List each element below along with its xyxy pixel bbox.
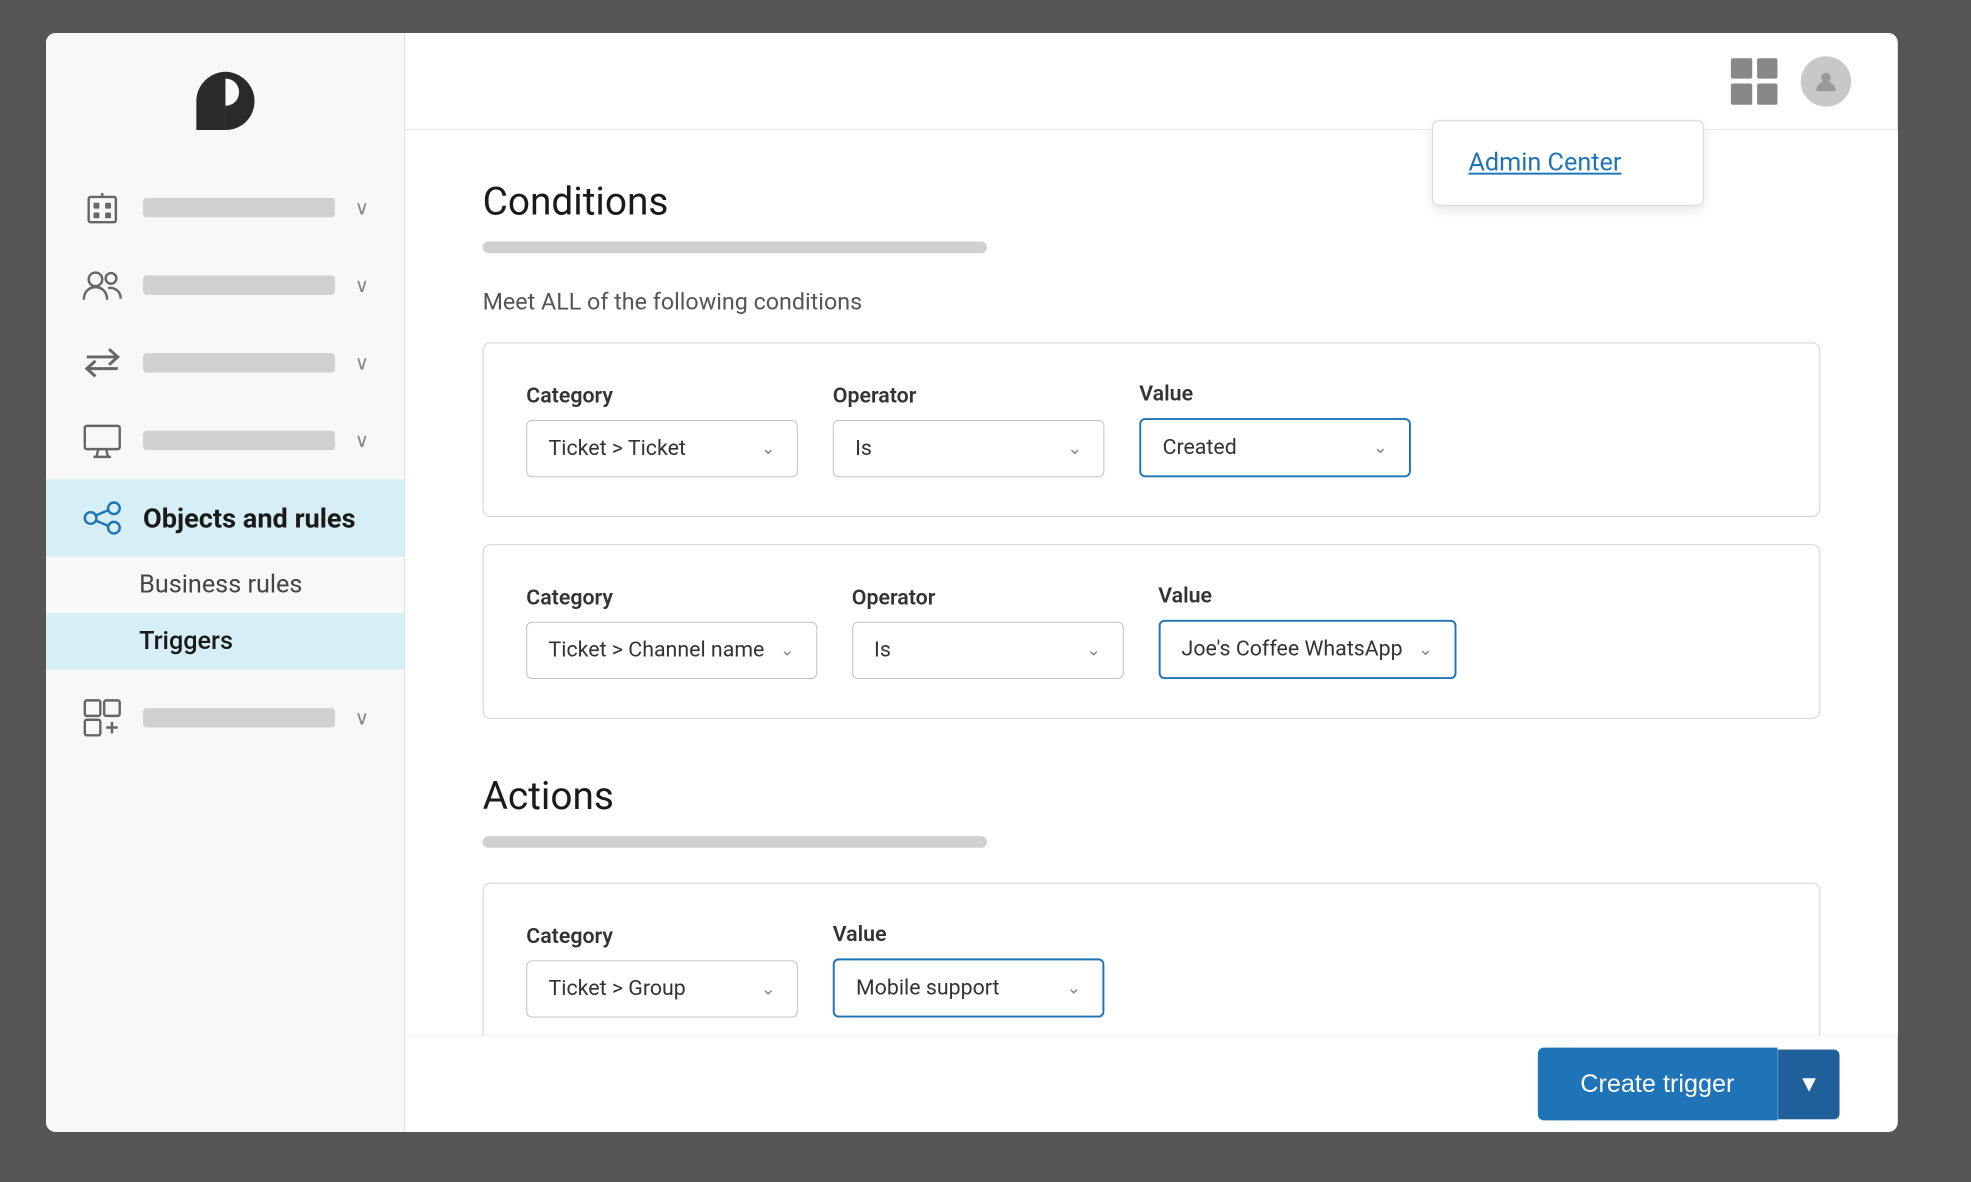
grid-cell bbox=[1757, 58, 1778, 79]
select-chevron-icon: ⌄ bbox=[1067, 438, 1082, 458]
conditions-section: Conditions Meet ALL of the following con… bbox=[482, 178, 1820, 718]
value-field-group-2: Value Joe's Coffee WhatsApp ⌄ bbox=[1158, 584, 1456, 679]
select-chevron-icon: ⌄ bbox=[1086, 640, 1101, 660]
action-card-1: Category Ticket > Group ⌄ Value Mobile s… bbox=[482, 883, 1820, 1035]
nav-chevron-icon: ∨ bbox=[354, 196, 368, 219]
operator-field-group-1: Operator Is ⌄ bbox=[832, 384, 1104, 477]
grid-cell bbox=[1731, 83, 1752, 104]
action-category-field-group-1: Category Ticket > Group ⌄ bbox=[526, 924, 798, 1017]
value-label-1: Value bbox=[1139, 382, 1411, 406]
select-chevron-icon: ⌄ bbox=[760, 438, 775, 458]
page-body: Conditions Meet ALL of the following con… bbox=[404, 130, 1897, 1035]
action-value-select-1[interactable]: Mobile support ⌄ bbox=[832, 958, 1104, 1017]
action-category-label-1: Category bbox=[526, 924, 798, 948]
grid-cell bbox=[1731, 58, 1752, 79]
nav-chevron-icon: ∨ bbox=[354, 274, 368, 297]
objects-rules-label: Objects and rules bbox=[143, 502, 356, 534]
people-icon bbox=[80, 264, 123, 307]
sub-navigation: Business rules Triggers bbox=[46, 557, 404, 679]
actions-section: Actions Category Ticket > Group ⌄ bbox=[482, 773, 1820, 1035]
condition-card-2: Category Ticket > Channel name ⌄ Operato… bbox=[482, 544, 1820, 719]
action-category-select-1[interactable]: Ticket > Group ⌄ bbox=[526, 960, 798, 1017]
value-select-1[interactable]: Created ⌄ bbox=[1139, 418, 1411, 477]
select-chevron-icon: ⌄ bbox=[760, 979, 775, 999]
conditions-subtitle: Meet ALL of the following conditions bbox=[482, 288, 1820, 315]
operator-field-group-2: Operator Is ⌄ bbox=[851, 586, 1123, 679]
conditions-bar bbox=[482, 242, 986, 254]
sidebar-item-people[interactable]: ∨ bbox=[46, 246, 404, 324]
category-select-1[interactable]: Ticket > Ticket ⌄ bbox=[526, 420, 798, 477]
category-label-2: Category bbox=[526, 586, 817, 610]
operator-label-1: Operator bbox=[832, 384, 1104, 408]
value-select-2[interactable]: Joe's Coffee WhatsApp ⌄ bbox=[1158, 620, 1456, 679]
sidebar: ∨ ∨ bbox=[46, 33, 405, 1132]
sidebar-logo bbox=[46, 33, 404, 159]
create-trigger-arrow-button[interactable]: ▼ bbox=[1777, 1049, 1840, 1119]
category-label-1: Category bbox=[526, 384, 798, 408]
action-value-field-group-1: Value Mobile support ⌄ bbox=[832, 922, 1104, 1017]
main-content: Admin Center Conditions Meet ALL of the … bbox=[404, 33, 1897, 1132]
user-icon bbox=[1812, 67, 1839, 94]
actions-title: Actions bbox=[482, 773, 1820, 819]
operator-select-1[interactable]: Is ⌄ bbox=[832, 420, 1104, 477]
select-chevron-icon: ⌄ bbox=[1418, 639, 1433, 659]
user-avatar[interactable] bbox=[1801, 56, 1851, 106]
action-value-label-1: Value bbox=[832, 922, 1104, 946]
select-chevron-icon: ⌄ bbox=[779, 640, 794, 660]
nav-label-bar bbox=[143, 431, 335, 450]
nav-chevron-icon: ∨ bbox=[354, 351, 368, 374]
admin-center-dropdown: Admin Center bbox=[1432, 120, 1704, 205]
sidebar-item-objects-rules[interactable]: Objects and rules bbox=[46, 479, 404, 557]
select-chevron-icon: ⌄ bbox=[1066, 978, 1081, 998]
category-field-group-1: Category Ticket > Ticket ⌄ bbox=[526, 384, 798, 477]
category-select-2[interactable]: Ticket > Channel name ⌄ bbox=[526, 622, 817, 679]
sidebar-item-organization[interactable]: ∨ bbox=[46, 169, 404, 247]
nav-label-bar bbox=[143, 275, 335, 294]
action-row-1: Category Ticket > Group ⌄ Value Mobile s… bbox=[526, 922, 1777, 1017]
sidebar-item-workspace[interactable]: ∨ bbox=[46, 402, 404, 480]
admin-center-link[interactable]: Admin Center bbox=[1433, 121, 1703, 204]
app-frame: ∨ ∨ bbox=[46, 33, 1898, 1132]
sub-nav-business-rules[interactable]: Business rules bbox=[46, 557, 404, 613]
header: Admin Center bbox=[404, 33, 1897, 130]
zendesk-logo-icon bbox=[186, 62, 264, 140]
value-label-2: Value bbox=[1158, 584, 1456, 608]
bottom-bar: Create trigger ▼ bbox=[404, 1035, 1897, 1132]
sub-nav-triggers[interactable]: Triggers bbox=[46, 613, 404, 669]
building-icon bbox=[80, 186, 123, 229]
apps-plus-icon bbox=[80, 696, 123, 739]
monitor-icon bbox=[80, 419, 123, 462]
objects-rules-icon bbox=[80, 497, 123, 540]
nav-label-bar bbox=[143, 708, 335, 727]
nav-chevron-icon: ∨ bbox=[354, 706, 368, 729]
category-field-group-2: Category Ticket > Channel name ⌄ bbox=[526, 586, 817, 679]
sidebar-item-apps[interactable]: ∨ bbox=[46, 679, 404, 757]
operator-label-2: Operator bbox=[851, 586, 1123, 610]
condition-row-1: Category Ticket > Ticket ⌄ Operator Is ⌄ bbox=[526, 382, 1777, 477]
condition-row-2: Category Ticket > Channel name ⌄ Operato… bbox=[526, 584, 1777, 679]
arrows-icon bbox=[80, 341, 123, 384]
sidebar-navigation: ∨ ∨ bbox=[46, 159, 404, 766]
actions-bar bbox=[482, 836, 986, 848]
grid-cell bbox=[1757, 83, 1778, 104]
condition-card-1: Category Ticket > Ticket ⌄ Operator Is ⌄ bbox=[482, 342, 1820, 517]
nav-label-bar bbox=[143, 353, 335, 372]
value-field-group-1: Value Created ⌄ bbox=[1139, 382, 1411, 477]
sidebar-item-channels[interactable]: ∨ bbox=[46, 324, 404, 402]
nav-label-bar bbox=[143, 198, 335, 217]
select-chevron-icon: ⌄ bbox=[1372, 437, 1387, 457]
apps-grid-icon[interactable] bbox=[1731, 58, 1778, 105]
create-trigger-button[interactable]: Create trigger bbox=[1537, 1048, 1777, 1121]
operator-select-2[interactable]: Is ⌄ bbox=[851, 622, 1123, 679]
nav-chevron-icon: ∨ bbox=[354, 429, 368, 452]
